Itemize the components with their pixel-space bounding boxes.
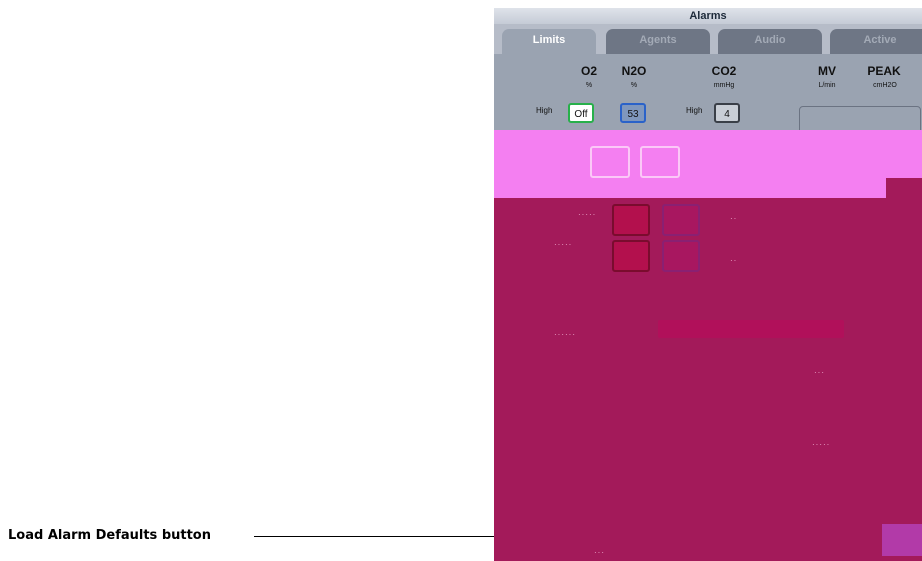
- col-mv-header: MV: [818, 64, 836, 78]
- tab-agents[interactable]: Agents: [606, 29, 710, 54]
- slider-track[interactable]: [658, 320, 844, 338]
- col-co2-unit: mmHg: [713, 82, 735, 89]
- alarms-screen: Alarms Limits Agents Audio Active O2 % N…: [494, 8, 922, 561]
- low-limit-button[interactable]: [612, 240, 650, 272]
- decorative-dots: ·····: [812, 440, 831, 449]
- col-o2-unit: %: [585, 82, 593, 89]
- callout-label: Load Alarm Defaults button: [8, 528, 211, 543]
- window-title: Alarms: [494, 8, 922, 24]
- tab-audio[interactable]: Audio: [718, 29, 822, 54]
- low-limit-button[interactable]: [662, 240, 700, 272]
- callout-leader-line: [254, 536, 516, 537]
- n2o-high-limit-button[interactable]: 53: [620, 103, 646, 123]
- o2-high-limit-button[interactable]: Off: [568, 103, 594, 123]
- tab-strip: Limits Agents Audio Active: [494, 24, 922, 54]
- o2-high-label: High: [536, 106, 553, 115]
- col-mv-unit: L/min: [818, 82, 836, 89]
- decorative-dots: ··: [730, 214, 738, 223]
- low-limit-button[interactable]: [662, 204, 700, 236]
- low-limit-button[interactable]: [612, 204, 650, 236]
- co2-high-limit-button[interactable]: 4: [714, 103, 740, 123]
- col-peak-header: PEAK: [867, 64, 901, 78]
- decorative-dots: ···: [594, 548, 605, 557]
- col-n2o-unit: %: [630, 82, 638, 89]
- decorative-dots: ·····: [578, 210, 597, 219]
- load-alarm-defaults-button[interactable]: [494, 524, 546, 556]
- decorative-dots: ···: [814, 368, 825, 377]
- decorative-dots: ······: [554, 330, 576, 339]
- obscured-band: [886, 130, 922, 178]
- co2-high-label: High: [686, 106, 703, 115]
- obscured-band: [494, 130, 886, 198]
- tab-active[interactable]: Active: [830, 29, 922, 54]
- obscured-button: [590, 146, 630, 178]
- col-o2-header: O2: [580, 64, 597, 78]
- bottom-right-button[interactable]: [882, 524, 922, 556]
- tab-limits[interactable]: Limits: [502, 29, 596, 54]
- col-peak-unit: cmH2O: [873, 82, 897, 89]
- decorative-dots: ··: [730, 256, 738, 265]
- col-co2-header: CO2: [711, 64, 737, 78]
- col-n2o-header: N2O: [621, 64, 647, 78]
- limits-panel: O2 % N2O % CO2 mmHg MV L/min PEAK cmH2O …: [494, 54, 922, 134]
- obscured-button: [640, 146, 680, 178]
- decorative-dots: ·····: [554, 240, 573, 249]
